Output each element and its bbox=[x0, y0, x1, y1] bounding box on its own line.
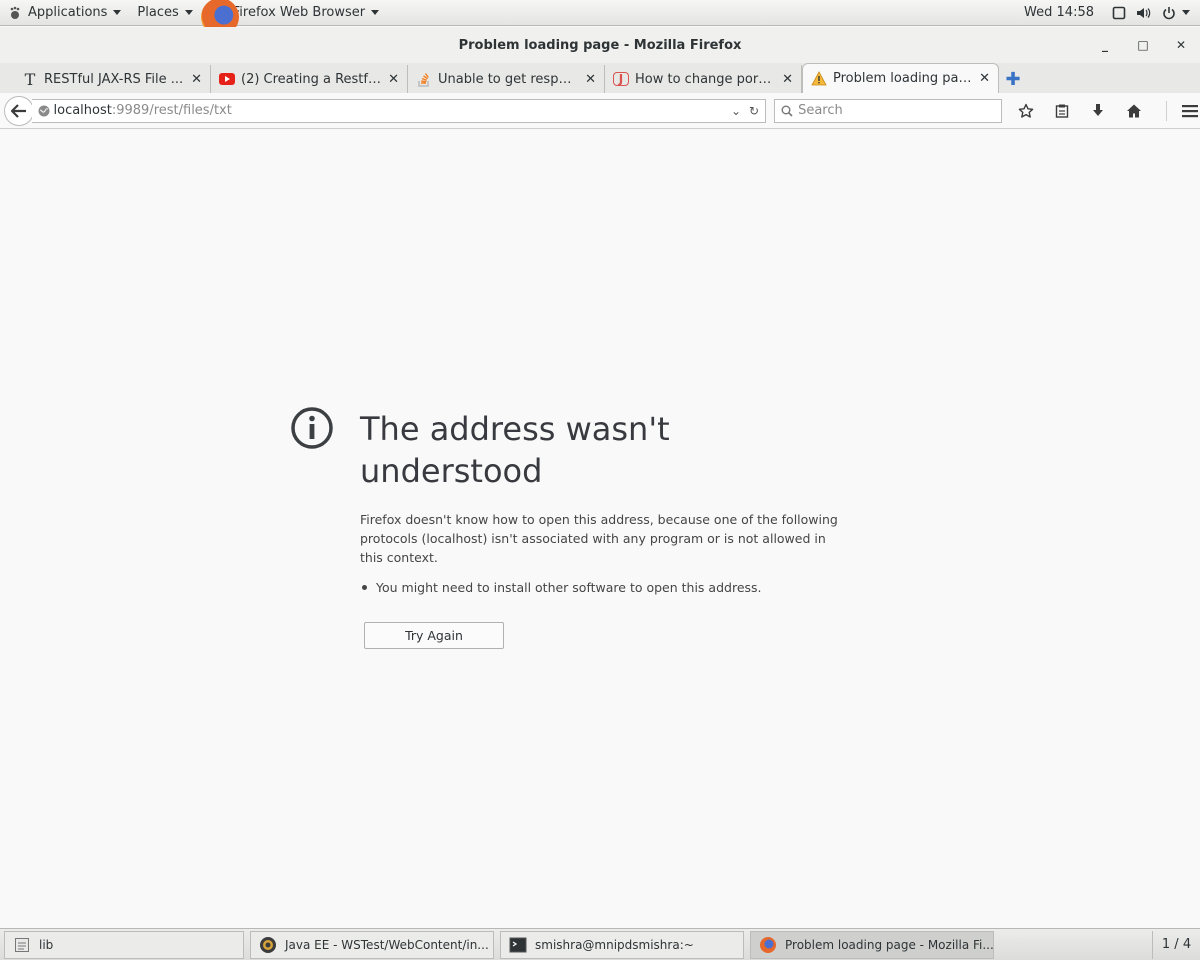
window-list-taskbar: lib Java EE - WSTest/WebContent/in... sm… bbox=[0, 928, 1200, 960]
window-title: Problem loading page - Mozilla Firefox bbox=[458, 37, 742, 53]
url-path: :9989/rest/files/txt bbox=[111, 103, 232, 118]
gnome-foot-icon bbox=[8, 6, 22, 20]
tab-how-to-change-port[interactable]: J How to change port ... ✕ bbox=[605, 65, 802, 93]
window-controls: _ □ ✕ bbox=[1098, 27, 1188, 63]
download-icon[interactable] bbox=[1088, 101, 1108, 121]
error-suggestion: You might need to install other software… bbox=[360, 580, 850, 595]
close-icon[interactable]: ✕ bbox=[782, 72, 793, 87]
chevron-down-icon bbox=[371, 10, 380, 15]
topbar-status-area: Wed 14:58 bbox=[1024, 0, 1200, 26]
tab-creating-restful[interactable]: (2) Creating a Restful... ✕ bbox=[211, 65, 408, 93]
arrow-left-icon bbox=[10, 103, 26, 118]
taskbar-item-terminal[interactable]: smishra@mnipdsmishra:~ bbox=[500, 930, 744, 959]
warning-icon bbox=[811, 71, 827, 87]
chevron-down-icon bbox=[113, 10, 122, 15]
maximize-button[interactable]: □ bbox=[1136, 38, 1150, 52]
stackoverflow-icon bbox=[416, 71, 432, 87]
tab-label: Problem loading page bbox=[833, 71, 974, 86]
minimize-button[interactable]: _ bbox=[1098, 38, 1112, 52]
new-tab-button[interactable]: ✚ bbox=[999, 65, 1027, 93]
taskbar-item-label: Problem loading page - Mozilla Fi... bbox=[785, 937, 994, 952]
chevron-down-icon[interactable]: ⌄ bbox=[731, 104, 741, 118]
back-button[interactable] bbox=[4, 95, 34, 126]
applications-label: Applications bbox=[28, 5, 108, 20]
toolbar-buttons bbox=[1016, 100, 1200, 121]
taskbar-item-label: Java EE - WSTest/WebContent/in... bbox=[285, 937, 489, 952]
close-icon[interactable]: ✕ bbox=[979, 71, 990, 86]
tab-restful-jaxrs[interactable]: T RESTful JAX-RS File ... ✕ bbox=[14, 65, 211, 93]
home-icon[interactable] bbox=[1124, 101, 1144, 121]
gnome-top-bar: Applications Places Firefox Web Browser … bbox=[0, 0, 1200, 36]
plus-icon: ✚ bbox=[1005, 68, 1021, 90]
youtube-icon bbox=[219, 71, 235, 87]
close-window-button[interactable]: ✕ bbox=[1174, 38, 1188, 52]
firefox-logo-icon bbox=[759, 936, 777, 954]
app-menu-label: Firefox Web Browser bbox=[232, 5, 366, 20]
error-description: Firefox doesn't know how to open this ad… bbox=[360, 512, 838, 565]
taskbar-item-label: smishra@mnipdsmishra:~ bbox=[535, 937, 694, 952]
taskbar-item-lib[interactable]: lib bbox=[4, 930, 244, 959]
close-icon[interactable]: ✕ bbox=[388, 72, 399, 87]
clock[interactable]: Wed 14:58 bbox=[1024, 5, 1094, 20]
close-icon[interactable]: ✕ bbox=[191, 72, 202, 87]
search-bar[interactable]: Search bbox=[774, 98, 1002, 123]
tab-label: Unable to get respon... bbox=[438, 71, 580, 87]
workspace-indicator[interactable]: 1 / 4 bbox=[1152, 930, 1200, 959]
globe-icon bbox=[38, 105, 50, 117]
applications-menu[interactable]: Applications bbox=[0, 0, 129, 26]
terminal-icon bbox=[509, 936, 527, 954]
places-menu[interactable]: Places bbox=[129, 0, 200, 26]
hamburger-menu-icon[interactable] bbox=[1166, 100, 1200, 121]
taskbar-item-java-ee[interactable]: Java EE - WSTest/WebContent/in... bbox=[250, 930, 494, 959]
chevron-down-icon bbox=[1182, 10, 1190, 15]
try-again-button[interactable]: Try Again bbox=[364, 622, 504, 649]
power-icon[interactable] bbox=[1162, 6, 1190, 20]
app-menu[interactable]: Firefox Web Browser bbox=[200, 0, 387, 36]
url-host: localhost bbox=[53, 103, 112, 118]
url-bar-actions: ⌄ ↻ bbox=[731, 104, 765, 118]
search-icon bbox=[781, 105, 793, 117]
volume-icon[interactable] bbox=[1136, 6, 1152, 20]
tab-bar: T RESTful JAX-RS File ... ✕ (2) Creating… bbox=[0, 63, 1200, 93]
search-placeholder: Search bbox=[798, 103, 843, 118]
taskbar-item-label: lib bbox=[39, 937, 54, 952]
error-title: The address wasn't understood bbox=[360, 410, 670, 490]
j-icon: J bbox=[613, 72, 629, 86]
error-page: The address wasn't understood Firefox do… bbox=[0, 130, 1200, 928]
tab-problem-loading-page[interactable]: Problem loading page ✕ bbox=[802, 63, 999, 93]
eclipse-icon bbox=[259, 936, 277, 954]
navigation-toolbar: localhost:9989/rest/files/txt ⌄ ↻ Search bbox=[0, 93, 1200, 129]
reload-icon[interactable]: ↻ bbox=[749, 104, 759, 118]
tab-label: RESTful JAX-RS File ... bbox=[44, 71, 184, 87]
bookmark-star-icon[interactable] bbox=[1016, 101, 1036, 121]
window-titlebar: Problem loading page - Mozilla Firefox _… bbox=[0, 27, 1200, 63]
tab-label: (2) Creating a Restful... bbox=[241, 71, 383, 87]
chevron-down-icon bbox=[184, 10, 193, 15]
close-icon[interactable]: ✕ bbox=[585, 72, 596, 87]
tab-label: How to change port ... bbox=[635, 71, 777, 87]
url-bar[interactable]: localhost:9989/rest/files/txt ⌄ ↻ bbox=[31, 98, 767, 123]
places-label: Places bbox=[137, 5, 179, 20]
taskbar-item-firefox[interactable]: Problem loading page - Mozilla Fi... bbox=[750, 930, 994, 959]
error-suggestion-text: You might need to install other software… bbox=[376, 580, 762, 595]
tab-unable-to-get-response[interactable]: Unable to get respon... ✕ bbox=[408, 65, 605, 93]
text-icon: T bbox=[24, 69, 36, 89]
bullet-icon bbox=[362, 585, 367, 590]
window-overview-icon[interactable] bbox=[1112, 6, 1126, 20]
file-manager-icon bbox=[13, 936, 31, 954]
reading-list-icon[interactable] bbox=[1052, 101, 1072, 121]
info-icon bbox=[290, 406, 334, 454]
